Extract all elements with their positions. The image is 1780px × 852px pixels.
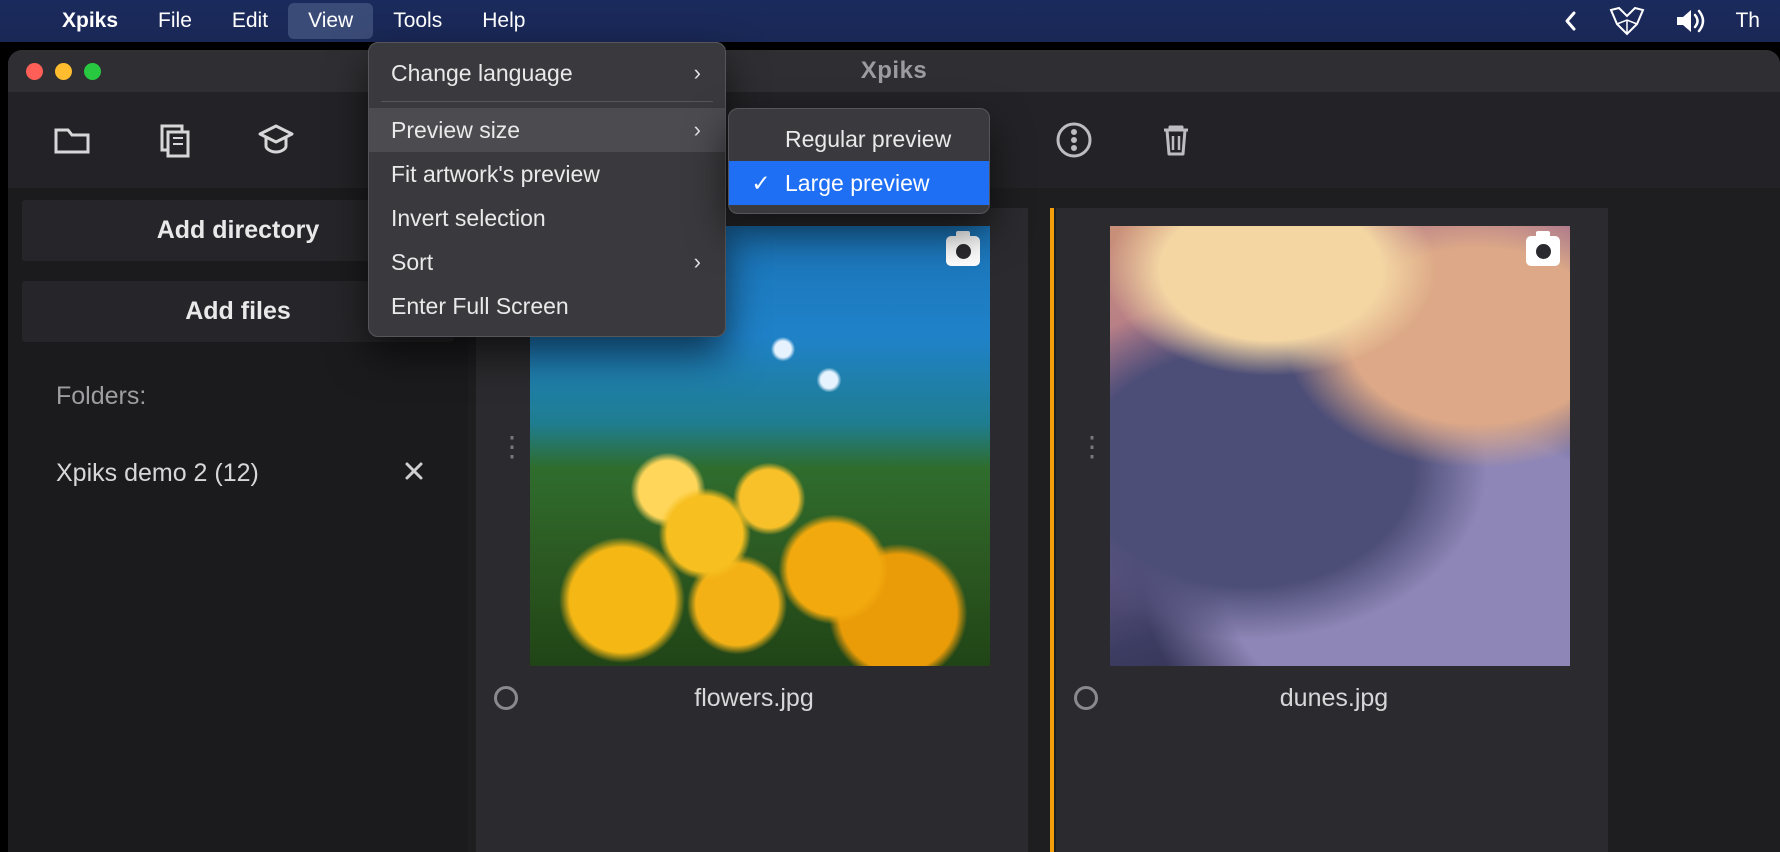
selection-indicator (1050, 208, 1054, 852)
menu-item-label: Invert selection (391, 205, 546, 232)
chevron-right-icon: › (694, 60, 701, 86)
menu-item-label: Sort (391, 249, 433, 276)
menu-item-label: Enter Full Screen (391, 293, 569, 320)
menu-item-label: Fit artwork's preview (391, 161, 600, 188)
macos-menubar: Xpiks File Edit View Tools Help Th (0, 0, 1780, 42)
chevron-right-icon: › (694, 249, 701, 275)
menu-item-label: Change language (391, 60, 573, 87)
drag-handle-icon[interactable]: ⋮ (1074, 226, 1110, 666)
open-folder-button[interactable] (48, 116, 96, 164)
menu-item-label: Large preview (785, 170, 929, 197)
folders-section-label: Folders: (56, 382, 454, 411)
menubar-item-view[interactable]: View (288, 3, 373, 39)
chevron-right-icon: › (694, 117, 701, 143)
fox-status-icon[interactable] (1593, 6, 1661, 36)
submenu-item-regular-preview[interactable]: Regular preview (729, 117, 989, 161)
menu-item-label: Preview size (391, 117, 520, 144)
menubar-clock-text[interactable]: Th (1721, 9, 1760, 33)
submenu-item-large-preview[interactable]: ✓ Large preview (729, 161, 989, 205)
folder-name: Xpiks demo 2 (12) (56, 459, 386, 488)
menubar-item-edit[interactable]: Edit (212, 3, 288, 39)
artwork-filename: dunes.jpg (1078, 684, 1590, 713)
copy-button[interactable] (150, 116, 198, 164)
education-cap-button[interactable] (252, 116, 300, 164)
check-icon: ✓ (751, 170, 771, 197)
window-title: Xpiks (8, 57, 1780, 85)
menubar-app-name[interactable]: Xpiks (42, 9, 138, 33)
more-options-button[interactable] (1050, 116, 1098, 164)
chevron-left-icon[interactable] (1549, 9, 1593, 33)
view-menu-dropdown: Change language › Preview size › Fit art… (368, 42, 726, 337)
camera-badge-icon (1526, 236, 1560, 266)
menu-item-sort[interactable]: Sort › (369, 240, 725, 284)
menu-item-change-language[interactable]: Change language › (369, 51, 725, 95)
artwork-filename: flowers.jpg (498, 684, 1010, 713)
menu-item-invert-selection[interactable]: Invert selection (369, 196, 725, 240)
menu-divider (381, 101, 713, 102)
menu-item-enter-fullscreen[interactable]: Enter Full Screen (369, 284, 725, 328)
menu-item-label: Regular preview (785, 126, 951, 153)
artwork-thumbnail[interactable] (1110, 226, 1570, 666)
camera-badge-icon (946, 236, 980, 266)
menubar-item-file[interactable]: File (138, 3, 212, 39)
preview-size-submenu: Regular preview ✓ Large preview (728, 108, 990, 214)
volume-icon[interactable] (1661, 8, 1721, 34)
folder-row[interactable]: Xpiks demo 2 (12) (22, 449, 454, 498)
trash-button[interactable] (1152, 116, 1200, 164)
menu-item-preview-size[interactable]: Preview size › (369, 108, 725, 152)
window-titlebar: Xpiks (8, 50, 1780, 92)
menu-item-fit-preview[interactable]: Fit artwork's preview (369, 152, 725, 196)
menubar-item-help[interactable]: Help (462, 3, 545, 39)
remove-folder-button[interactable] (386, 460, 442, 488)
artwork-card[interactable]: ⋮ dunes.jpg (1056, 208, 1608, 852)
app-content: Add directory Add files Folders: Xpiks d… (8, 188, 1780, 852)
menubar-item-tools[interactable]: Tools (373, 3, 462, 39)
